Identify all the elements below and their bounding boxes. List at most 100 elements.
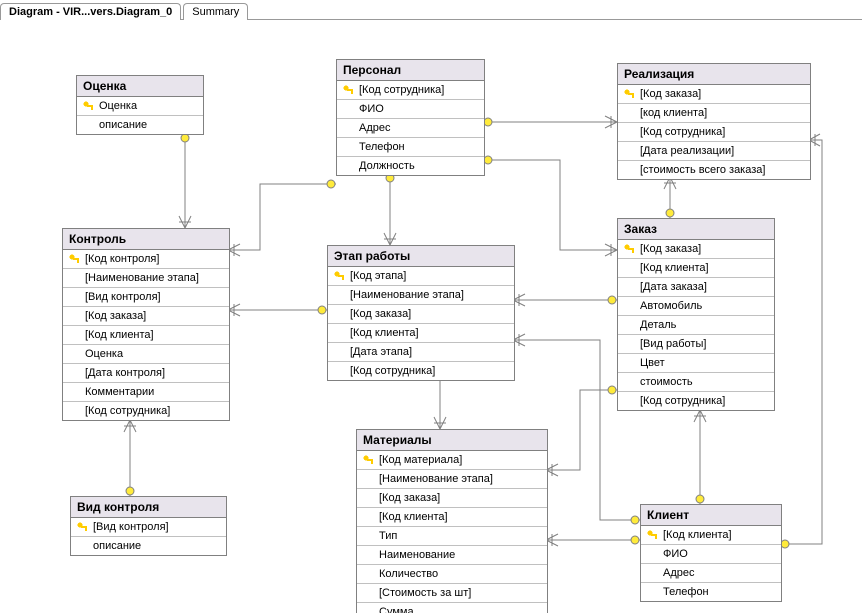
attribute-row[interactable]: [Код заказа]	[328, 305, 514, 324]
attribute-name: [Код заказа]	[640, 243, 770, 255]
entity-title[interactable]: Контроль	[63, 229, 229, 250]
attribute-name: [Код сотрудника]	[640, 395, 770, 407]
attribute-icon-slot	[67, 272, 81, 284]
attribute-row[interactable]: [Наименование этапа]	[328, 286, 514, 305]
attribute-name: Автомобиль	[640, 300, 770, 312]
entity-title[interactable]: Реализация	[618, 64, 810, 85]
attribute-row[interactable]: [Код сотрудника]	[328, 362, 514, 380]
tab-diagram[interactable]: Diagram - VIR...vers.Diagram_0	[0, 3, 181, 20]
attribute-row[interactable]: Адрес	[641, 564, 781, 583]
entity-материалы[interactable]: Материалы[Код материала] [Наименование эт…	[356, 429, 548, 613]
attribute-row[interactable]: Сумма	[357, 603, 547, 613]
attribute-row[interactable]: [Наименование этапа]	[357, 470, 547, 489]
attribute-row[interactable]: [Вид работы]	[618, 335, 774, 354]
attribute-icon-slot	[341, 122, 355, 134]
attribute-name: Тип	[379, 530, 543, 542]
attribute-row[interactable]: Автомобиль	[618, 297, 774, 316]
attribute-row[interactable]: [стоимость всего заказа]	[618, 161, 810, 179]
attribute-row[interactable]: [Код заказа]	[357, 489, 547, 508]
attribute-row[interactable]: [Код заказа]	[618, 85, 810, 104]
attribute-row[interactable]: Цвет	[618, 354, 774, 373]
attribute-name: [Код клиента]	[640, 262, 770, 274]
attribute-row[interactable]: [Вид контроля]	[71, 518, 226, 537]
diagram-canvas[interactable]: ОценкаОценкаописаниеПерсонал[Код сотрудн…	[0, 20, 862, 613]
attribute-icon-slot	[75, 540, 89, 552]
attribute-row[interactable]: [Код контроля]	[63, 250, 229, 269]
attribute-icon-slot	[67, 348, 81, 360]
entity-клиент[interactable]: Клиент[Код клиента]ФИОАдресТелефон	[640, 504, 782, 602]
attribute-name: ФИО	[359, 103, 480, 115]
primary-key-icon	[332, 270, 346, 282]
tab-summary[interactable]: Summary	[183, 3, 248, 20]
attribute-row[interactable]: [Вид контроля]	[63, 288, 229, 307]
entity-персонал[interactable]: Персонал[Код сотрудника] ФИО АдресТелефонД…	[336, 59, 485, 176]
attribute-row[interactable]: описание	[77, 116, 203, 134]
attribute-row[interactable]: [Код материала]	[357, 451, 547, 470]
attribute-row[interactable]: Комментарии	[63, 383, 229, 402]
attribute-row[interactable]: [Код клиента]	[63, 326, 229, 345]
attribute-row[interactable]: Телефон	[641, 583, 781, 601]
attribute-icon-slot	[645, 567, 659, 579]
attribute-row[interactable]: [Код сотрудника]	[63, 402, 229, 420]
attribute-row[interactable]: Наименование	[357, 546, 547, 565]
attribute-icon-slot	[67, 291, 81, 303]
attribute-row[interactable]: Адрес	[337, 119, 484, 138]
attribute-row[interactable]: [Стоимость за шт]	[357, 584, 547, 603]
attribute-row[interactable]: ФИО	[641, 545, 781, 564]
attribute-row[interactable]: [Код этапа]	[328, 267, 514, 286]
attribute-row[interactable]: Тип	[357, 527, 547, 546]
attribute-row[interactable]: Оценка	[77, 97, 203, 116]
attribute-name: Сумма	[379, 606, 543, 613]
attribute-row[interactable]: [Дата контроля]	[63, 364, 229, 383]
attribute-row[interactable]: [Код заказа]	[63, 307, 229, 326]
attribute-row[interactable]: [Дата заказа]	[618, 278, 774, 297]
attribute-row[interactable]: [Код заказа]	[618, 240, 774, 259]
attribute-row[interactable]: [Код клиента]	[618, 259, 774, 278]
entity-title[interactable]: Материалы	[357, 430, 547, 451]
attribute-icon-slot	[622, 338, 636, 350]
entity-контроль[interactable]: Контроль[Код контроля][Наименование этап…	[62, 228, 230, 421]
attribute-row[interactable]: Должность	[337, 157, 484, 175]
attribute-row[interactable]: Деталь	[618, 316, 774, 335]
attribute-row[interactable]: [Код клиента]	[357, 508, 547, 527]
attribute-row[interactable]: Телефон	[337, 138, 484, 157]
attribute-icon-slot	[361, 606, 375, 613]
attribute-row[interactable]: стоимость	[618, 373, 774, 392]
attribute-row[interactable]: Количество	[357, 565, 547, 584]
entity-заказ[interactable]: Заказ [Код заказа] [Код клиента] [Дата зака…	[617, 218, 775, 411]
attribute-name: [Дата контроля]	[85, 367, 225, 379]
attribute-row[interactable]: [Код клиента]	[641, 526, 781, 545]
attribute-name: [Код клиента]	[379, 511, 543, 523]
attribute-row[interactable]: описание	[71, 537, 226, 555]
attribute-row[interactable]: [код клиента]	[618, 104, 810, 123]
attribute-row[interactable]: [Код сотрудника]	[618, 392, 774, 410]
attribute-icon-slot	[622, 262, 636, 274]
attribute-row[interactable]: ФИО	[337, 100, 484, 119]
entity-видконтроля[interactable]: Вид контроля[Вид контроля]описание	[70, 496, 227, 556]
attribute-row[interactable]: [Код клиента]	[328, 324, 514, 343]
entity-этап[interactable]: Этап работы [Код этапа] [Наименование этап…	[327, 245, 515, 381]
entity-title[interactable]: Этап работы	[328, 246, 514, 267]
attribute-name: [Наименование этапа]	[379, 473, 543, 485]
attribute-icon-slot	[341, 141, 355, 153]
attribute-row[interactable]: Оценка	[63, 345, 229, 364]
attribute-row[interactable]: [Код сотрудника]	[337, 81, 484, 100]
entity-title[interactable]: Клиент	[641, 505, 781, 526]
attribute-name: [Код этапа]	[350, 270, 510, 282]
attribute-row[interactable]: [Наименование этапа]	[63, 269, 229, 288]
attribute-row[interactable]: [Код сотрудника]	[618, 123, 810, 142]
entity-оценка[interactable]: ОценкаОценкаописание	[76, 75, 204, 135]
entity-title[interactable]: Заказ	[618, 219, 774, 240]
attribute-icon-slot	[622, 281, 636, 293]
entity-реализация[interactable]: Реализация[Код заказа][код клиента][Код …	[617, 63, 811, 180]
entity-title[interactable]: Вид контроля	[71, 497, 226, 518]
attribute-name: [Вид работы]	[640, 338, 770, 350]
attribute-row[interactable]: [Дата реализации]	[618, 142, 810, 161]
attribute-row[interactable]: [Дата этапа]	[328, 343, 514, 362]
entity-title[interactable]: Персонал	[337, 60, 484, 81]
attribute-icon-slot	[645, 548, 659, 560]
primary-key-icon	[341, 84, 355, 96]
attribute-icon-slot	[622, 376, 636, 388]
attribute-icon-slot	[332, 346, 346, 358]
entity-title[interactable]: Оценка	[77, 76, 203, 97]
